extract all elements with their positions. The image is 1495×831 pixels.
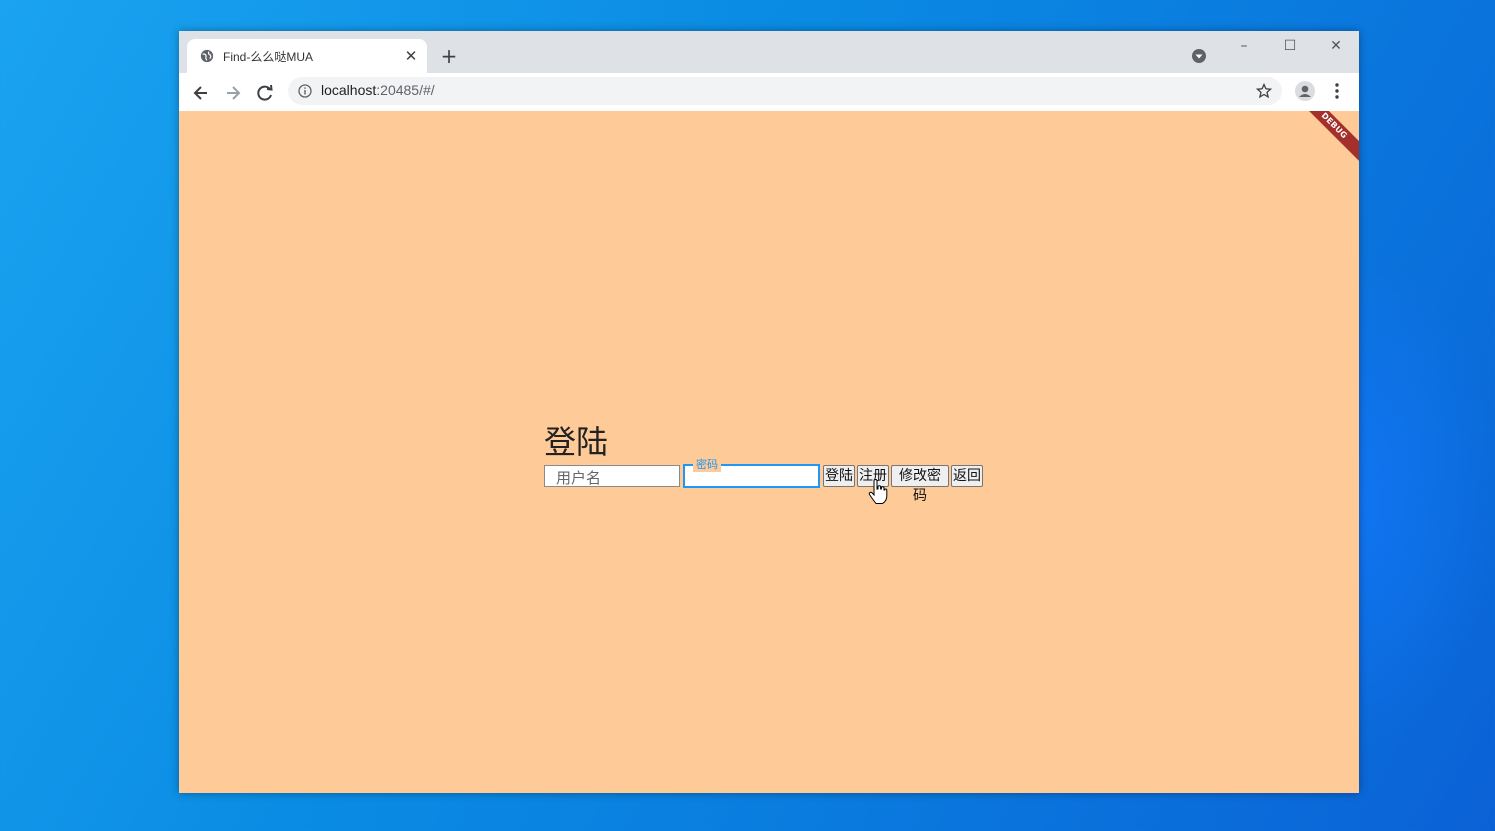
globe-icon [200,49,214,63]
back-button[interactable]: 返回 [951,465,983,487]
minimize-button[interactable]: – [1224,35,1264,57]
back-arrow-icon[interactable] [190,82,212,104]
close-icon[interactable]: ✕ [401,46,421,66]
hand-cursor-icon [868,479,888,504]
maximize-button[interactable]: ☐ [1270,35,1310,57]
browser-tab[interactable]: Find-么么哒MUA ✕ [187,39,427,73]
username-placeholder: 用户名 [556,469,602,487]
url-text[interactable]: localhost:20485/#/ [321,82,435,98]
plus-icon[interactable]: + [437,44,461,68]
url-path: :20485/#/ [376,82,435,98]
star-icon[interactable] [1256,83,1272,99]
info-icon[interactable] [298,84,312,98]
reload-icon[interactable] [254,82,276,104]
page-title: 登陆 [544,423,609,461]
page-viewport: DEBUG 登陆 用户名 密码 登陆 注册 修改密码 返回 [179,111,1359,793]
url-host: localhost [321,82,377,98]
password-field[interactable]: 密码 [683,456,820,488]
address-bar[interactable]: localhost:20485/#/ [288,77,1282,105]
change-password-button[interactable]: 修改密码 [891,465,949,504]
browser-window: Find-么么哒MUA ✕ + – ☐ ✕ localhost:20485/#/… [179,31,1359,793]
debug-banner: DEBUG [1297,111,1359,163]
menu-icon[interactable] [1329,81,1345,101]
forward-arrow-icon[interactable] [222,82,244,104]
tab-title: Find-么么哒MUA [223,50,314,64]
username-field[interactable]: 用户名 [544,465,680,487]
window-close-button[interactable]: ✕ [1316,35,1356,57]
tab-search-icon[interactable] [1191,48,1207,64]
browser-toolbar: localhost:20485/#/ [179,73,1359,112]
profile-icon[interactable] [1295,81,1315,101]
login-button[interactable]: 登陆 [823,465,855,487]
tab-strip: Find-么么哒MUA ✕ + – ☐ ✕ [179,31,1359,73]
password-label: 密码 [693,456,721,472]
